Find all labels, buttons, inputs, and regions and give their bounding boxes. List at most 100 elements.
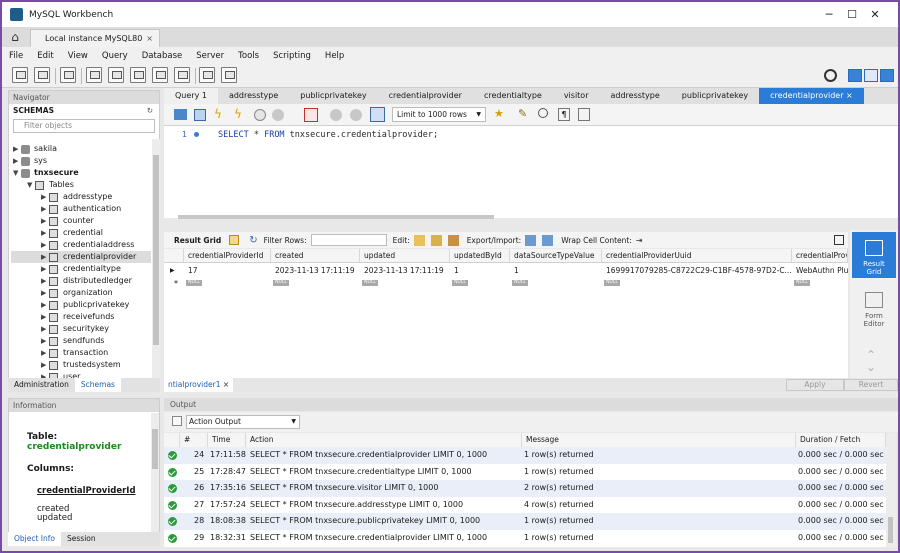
grid-cell[interactable]: 2023-11-13 17:11:19 — [271, 265, 359, 276]
output-row[interactable]: 29 18:32:31 SELECT * FROM tnxsecure.creden… — [164, 530, 886, 547]
find-icon[interactable] — [538, 108, 548, 118]
close-tab-icon[interactable]: × — [846, 91, 853, 100]
result-grid-button[interactable]: Result Grid — [852, 232, 896, 278]
null-badge[interactable]: NULL — [604, 280, 620, 286]
table-item[interactable]: ▶ addresstype — [41, 191, 112, 203]
output-column-header[interactable]: # — [180, 433, 208, 447]
grid-column-header[interactable]: credentialProvi — [792, 249, 848, 263]
expand-arrow-icon[interactable]: ▶ — [41, 227, 49, 239]
expand-arrow-icon[interactable]: ▶ — [13, 143, 21, 155]
apply-button[interactable]: Apply — [786, 379, 844, 391]
grid-cell[interactable]: 1699917079285-C8722C29-C1BF-4578-97D2-C.… — [602, 265, 791, 276]
grid-column-header[interactable]: dataSourceTypeValue — [510, 249, 602, 263]
toggle-stop-on-error-icon[interactable] — [304, 108, 318, 122]
tab-addresstype[interactable]: addresstype — [599, 88, 670, 104]
table-item[interactable]: ▶ publicprivatekey — [41, 299, 129, 311]
create-view-icon[interactable] — [130, 67, 146, 83]
result-tab[interactable]: ntialprovider1 × — [164, 378, 234, 392]
home-icon[interactable]: ⌂ — [2, 27, 28, 47]
tab-credentialprovider-active[interactable]: credentialprovider × — [759, 88, 864, 104]
sql-editor[interactable]: 1 SELECT * FROM tnxsecure.credentialprov… — [164, 126, 898, 219]
menu-view[interactable]: View — [61, 51, 95, 61]
toggle-output-icon[interactable] — [864, 69, 878, 82]
grid-view-icon[interactable] — [229, 235, 240, 245]
information-scrollbar[interactable] — [151, 413, 159, 532]
table-item[interactable]: ▶ distributedledger — [41, 275, 132, 287]
collapse-arrow-icon[interactable]: ▼ — [27, 179, 35, 191]
expand-arrow-icon[interactable]: ▶ — [41, 287, 49, 299]
output-row[interactable]: 28 18:08:38 SELECT * FROM tnxsecure.public… — [164, 513, 886, 530]
menu-file[interactable]: File — [2, 51, 30, 61]
output-row[interactable]: 24 17:11:58 SELECT * FROM tnxsecure.creden… — [164, 447, 886, 464]
toggle-result-panel-icon[interactable] — [834, 235, 844, 245]
close-button[interactable]: ✕ — [852, 2, 898, 27]
tab-query-1[interactable]: Query 1 — [164, 88, 218, 104]
null-badge[interactable]: NULL — [362, 280, 378, 286]
execute-current-icon[interactable]: ϟ — [234, 107, 242, 121]
expand-arrow-icon[interactable]: ▶ — [13, 155, 21, 167]
expand-arrow-icon[interactable]: ▶ — [41, 299, 49, 311]
revert-button[interactable]: Revert — [844, 379, 898, 391]
invisible-chars-icon[interactable]: ¶ — [558, 108, 570, 121]
expand-arrow-icon[interactable]: ▶ — [41, 239, 49, 251]
output-column-header[interactable]: Message — [522, 433, 796, 447]
tab-schemas[interactable]: Schemas — [74, 378, 121, 392]
output-row[interactable]: 26 17:35:16 SELECT * FROM tnxsecure.visito… — [164, 480, 886, 497]
commit-icon[interactable] — [330, 109, 342, 121]
table-item[interactable]: ▶ trustedsystem — [41, 359, 121, 371]
output-type-select[interactable]: Action Output ▼ — [186, 415, 300, 429]
stop-icon[interactable] — [272, 109, 284, 121]
table-item[interactable]: ▶ receivefunds — [41, 311, 114, 323]
save-icon[interactable] — [194, 109, 206, 121]
grid-column-header[interactable]: credentialProviderUuid — [602, 249, 792, 263]
expand-arrow-icon[interactable]: ▶ — [41, 347, 49, 359]
add-snippet-icon[interactable]: ★ — [494, 107, 504, 120]
schema-item[interactable]: ▶ sys — [13, 155, 47, 167]
sql-statement[interactable]: SELECT * FROM tnxsecure.credentialprovid… — [218, 130, 438, 140]
reconnect-icon[interactable] — [221, 67, 237, 83]
tab-object-info[interactable]: Object Info — [8, 532, 62, 546]
table-item[interactable]: ▶ counter — [41, 215, 94, 227]
scrollbar-thumb[interactable] — [888, 517, 893, 543]
null-badge[interactable]: NULL — [512, 280, 528, 286]
table-item[interactable]: ▶ credentialaddress — [41, 239, 134, 251]
more-panels-arrow-icon[interactable]: ⌄ — [866, 360, 876, 374]
collapse-arrow-icon[interactable]: ▼ — [13, 167, 21, 179]
null-badge[interactable]: NULL — [794, 280, 810, 286]
create-function-icon[interactable] — [174, 67, 190, 83]
toggle-sidebar-icon[interactable] — [848, 69, 862, 82]
new-sql-tab-icon[interactable] — [12, 67, 28, 83]
editor-horizontal-scrollbar[interactable] — [178, 215, 494, 219]
explain-icon[interactable] — [254, 109, 266, 121]
create-schema-icon[interactable] — [86, 67, 102, 83]
tab-administration[interactable]: Administration — [8, 378, 75, 392]
expand-arrow-icon[interactable]: ▶ — [41, 359, 49, 371]
expand-arrow-icon[interactable]: ▶ — [41, 323, 49, 335]
output-column-header[interactable]: Time — [208, 433, 246, 447]
table-item[interactable]: ▶ sendfunds — [41, 335, 104, 347]
tab-addresstype[interactable]: addresstype — [218, 88, 289, 104]
output-row[interactable]: 25 17:28:47 SELECT * FROM tnxsecure.creden… — [164, 464, 886, 481]
output-column-header[interactable]: Action — [246, 433, 522, 447]
wrap-cell-icon[interactable]: ⇥ — [636, 236, 643, 245]
tab-publicprivatekey[interactable]: publicprivatekey — [289, 88, 377, 104]
table-item[interactable]: ▶ organization — [41, 287, 113, 299]
null-badge[interactable]: NULL — [273, 280, 289, 286]
close-tab-icon[interactable]: × — [146, 34, 153, 43]
expand-arrow-icon[interactable]: ▶ — [41, 203, 49, 215]
tab-credentialtype[interactable]: credentialtype — [473, 88, 553, 104]
table-item[interactable]: ▶ authentication — [41, 203, 121, 215]
export-icon[interactable] — [525, 234, 537, 246]
menu-help[interactable]: Help — [318, 51, 351, 61]
wrap-lines-icon[interactable] — [578, 108, 590, 121]
menu-query[interactable]: Query — [95, 51, 135, 61]
settings-gear-icon[interactable] — [824, 69, 837, 82]
output-row[interactable]: 27 17:57:24 SELECT * FROM tnxsecure.addres… — [164, 497, 886, 514]
menu-scripting[interactable]: Scripting — [266, 51, 318, 61]
expand-arrow-icon[interactable]: ▶ — [41, 215, 49, 227]
expand-arrow-icon[interactable]: ▶ — [41, 275, 49, 287]
menu-server[interactable]: Server — [189, 51, 231, 61]
grid-cell[interactable]: 17 — [184, 265, 270, 276]
refresh-icon[interactable]: ↻ — [147, 104, 153, 117]
table-item[interactable]: ▶ credential — [41, 227, 103, 239]
